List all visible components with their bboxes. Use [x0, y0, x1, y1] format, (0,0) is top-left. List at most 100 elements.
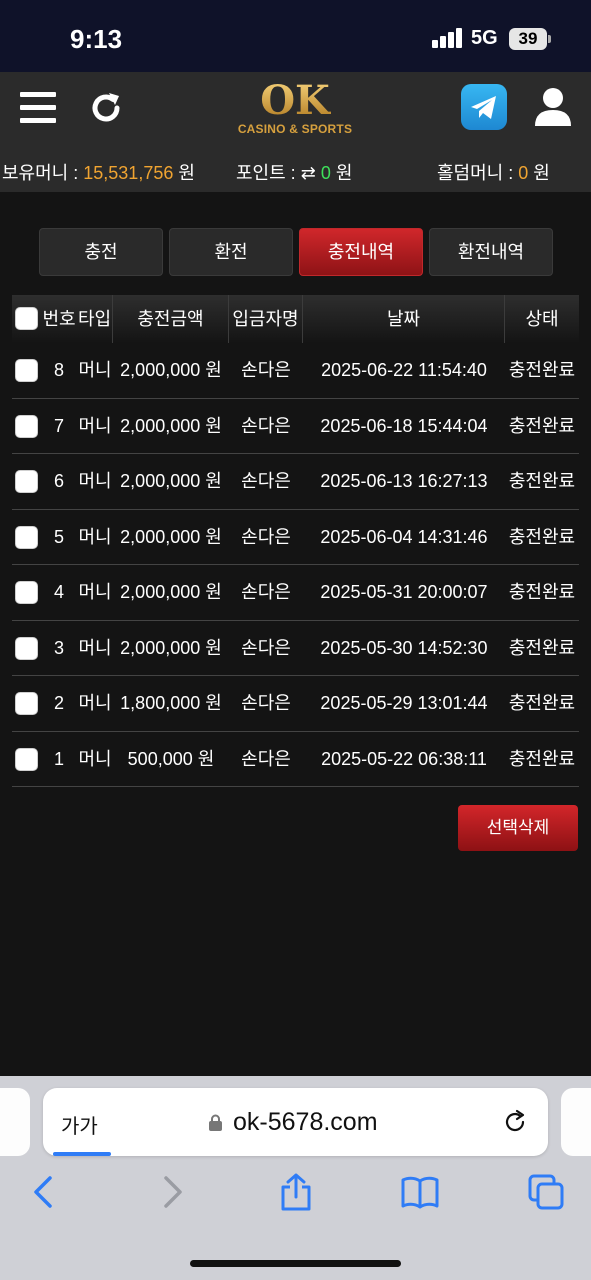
- hamburger-menu-icon[interactable]: [20, 92, 56, 124]
- cell-status: 충전완료: [508, 693, 576, 713]
- tab-charge[interactable]: 충전: [39, 228, 163, 276]
- table-header: 번호 타입 충전금액 입금자명 날짜 상태: [12, 295, 579, 343]
- point-label: 포인트 :: [236, 163, 296, 183]
- header-date: 날짜: [303, 295, 505, 343]
- cell-amount: 2,000,000 원: [120, 526, 222, 547]
- row-checkbox[interactable]: [15, 525, 38, 549]
- site-header: OK CASINO & SPORTS: [0, 72, 591, 148]
- charge-history-table: 번호 타입 충전금액 입금자명 날짜 상태 8 머니 2,000,000 원 손다은 2…: [12, 295, 579, 787]
- cell-no: 5: [53, 526, 64, 547]
- header-depositor: 입금자명: [229, 295, 303, 343]
- row-checkbox[interactable]: [15, 414, 38, 438]
- network-type: 5G: [471, 27, 498, 49]
- cell-date: 2025-06-13 16:27:13: [320, 471, 488, 491]
- cell-type: 머니: [78, 637, 112, 658]
- tab-exchange-history[interactable]: 환전내역: [429, 228, 553, 276]
- cell-status: 충전완료: [508, 360, 576, 380]
- cell-no: 4: [53, 582, 64, 602]
- cell-depositor: 손다은: [241, 693, 291, 713]
- page-settings-button[interactable]: 가가: [61, 1110, 98, 1139]
- point-unit: 원: [335, 163, 353, 183]
- signal-icon: [432, 28, 464, 48]
- logo-text: OK: [230, 80, 360, 122]
- cell-amount: 2,000,000 원: [120, 637, 222, 658]
- cell-depositor: 손다은: [241, 360, 291, 380]
- cell-type: 머니: [78, 582, 112, 602]
- cell-type: 머니: [78, 360, 112, 380]
- cell-amount: 2,000,000 원: [120, 582, 222, 602]
- cell-type: 머니: [78, 526, 112, 547]
- cell-amount: 2,000,000 원: [120, 471, 222, 491]
- cell-no: 3: [53, 637, 64, 658]
- cell-date: 2025-06-22 11:54:40: [321, 360, 487, 380]
- lock-icon: [209, 1114, 222, 1131]
- cell-no: 7: [53, 415, 64, 436]
- browser-toolbar: 가가 ok-5678.com: [0, 1076, 591, 1280]
- header-type: 타입: [77, 295, 113, 343]
- cell-type: 머니: [78, 415, 112, 436]
- cell-date: 2025-05-29 13:01:44: [320, 693, 488, 713]
- cell-depositor: 손다은: [241, 748, 291, 769]
- table-row[interactable]: 7 머니 2,000,000 원 손다은 2025-06-18 15:44:04 충전완료: [12, 399, 579, 454]
- row-checkbox[interactable]: [15, 470, 38, 493]
- table-row[interactable]: 6 머니 2,000,000 원 손다은 2025-06-13 16:27:13 충전완료: [12, 454, 579, 510]
- holding-label: 보유머니 :: [2, 163, 79, 183]
- balance-bar: 보유머니 : 15,531,756 원 포인트 : ⇄ 0 원 홀덤머니 : 0…: [0, 148, 591, 192]
- address-bar[interactable]: 가가 ok-5678.com: [43, 1088, 548, 1156]
- table-row[interactable]: 2 머니 1,800,000 원 손다은 2025-05-29 13:01:44 충전완료: [12, 676, 579, 732]
- back-icon[interactable]: [24, 1172, 64, 1212]
- row-checkbox[interactable]: [15, 359, 38, 382]
- holding-unit: 원: [178, 163, 195, 183]
- site-logo[interactable]: OK CASINO & SPORTS: [230, 80, 360, 144]
- table-row[interactable]: 4 머니 2,000,000 원 손다은 2025-05-31 20:00:07 충전완료: [12, 565, 579, 621]
- holdem-unit: 원: [533, 163, 550, 183]
- battery-tip: [548, 35, 551, 43]
- point-balance: 포인트 : ⇄ 0 원: [236, 159, 352, 185]
- holding-value: 15,531,756: [83, 163, 174, 183]
- row-checkbox[interactable]: [15, 692, 38, 715]
- next-tab-preview[interactable]: [561, 1088, 591, 1156]
- cell-no: 8: [53, 360, 64, 380]
- cell-depositor: 손다은: [241, 637, 291, 658]
- share-icon[interactable]: [276, 1172, 316, 1212]
- refresh-icon[interactable]: [88, 90, 124, 126]
- battery-icon: 39: [509, 28, 547, 50]
- table-row[interactable]: 8 머니 2,000,000 원 손다은 2025-06-22 11:54:40 충전완료: [12, 343, 579, 399]
- holding-money: 보유머니 : 15,531,756 원: [2, 159, 195, 185]
- table-row[interactable]: 5 머니 2,000,000 원 손다은 2025-06-04 14:31:46 충전완료: [12, 510, 579, 565]
- cell-status: 충전완료: [508, 582, 576, 602]
- forward-icon[interactable]: [152, 1172, 192, 1212]
- user-icon[interactable]: [533, 86, 573, 128]
- table-row[interactable]: 1 머니 500,000 원 손다은 2025-05-22 06:38:11 충전완료: [12, 732, 579, 787]
- bookmarks-icon[interactable]: [400, 1172, 440, 1212]
- header-amount: 충전금액: [113, 295, 229, 343]
- row-checkbox[interactable]: [15, 747, 38, 771]
- cell-amount: 2,000,000 원: [120, 360, 222, 380]
- cell-date: 2025-06-18 15:44:04: [320, 415, 488, 436]
- cell-no: 2: [53, 693, 64, 713]
- reload-icon[interactable]: [501, 1108, 529, 1136]
- tabs-icon[interactable]: [526, 1172, 566, 1212]
- cell-amount: 500,000 원: [127, 748, 215, 769]
- row-checkbox[interactable]: [15, 636, 38, 660]
- tab-charge-history[interactable]: 충전내역: [299, 228, 423, 276]
- cell-status: 충전완료: [508, 415, 576, 436]
- row-checkbox[interactable]: [15, 581, 38, 604]
- tab-exchange[interactable]: 환전: [169, 228, 293, 276]
- cell-depositor: 손다은: [241, 471, 291, 491]
- holdem-money: 홀덤머니 : 0 원: [437, 159, 550, 185]
- table-row[interactable]: 3 머니 2,000,000 원 손다은 2025-05-30 14:52:30 충전완료: [12, 621, 579, 676]
- telegram-icon[interactable]: [461, 84, 507, 130]
- url-text[interactable]: ok-5678.com: [233, 1108, 378, 1137]
- delete-selected-button[interactable]: 선택삭제: [458, 805, 578, 851]
- select-all-checkbox[interactable]: [15, 307, 38, 330]
- cell-date: 2025-06-04 14:31:46: [320, 526, 488, 547]
- table-body: 8 머니 2,000,000 원 손다은 2025-06-22 11:54:40 충전완료…: [12, 343, 579, 787]
- cell-depositor: 손다은: [241, 415, 291, 436]
- cell-status: 충전완료: [508, 637, 576, 658]
- cell-type: 머니: [78, 748, 112, 769]
- transfer-arrows-icon[interactable]: ⇄: [301, 163, 316, 183]
- prev-tab-preview[interactable]: [0, 1088, 30, 1156]
- cell-no: 6: [53, 471, 64, 491]
- cell-status: 충전완료: [508, 471, 576, 491]
